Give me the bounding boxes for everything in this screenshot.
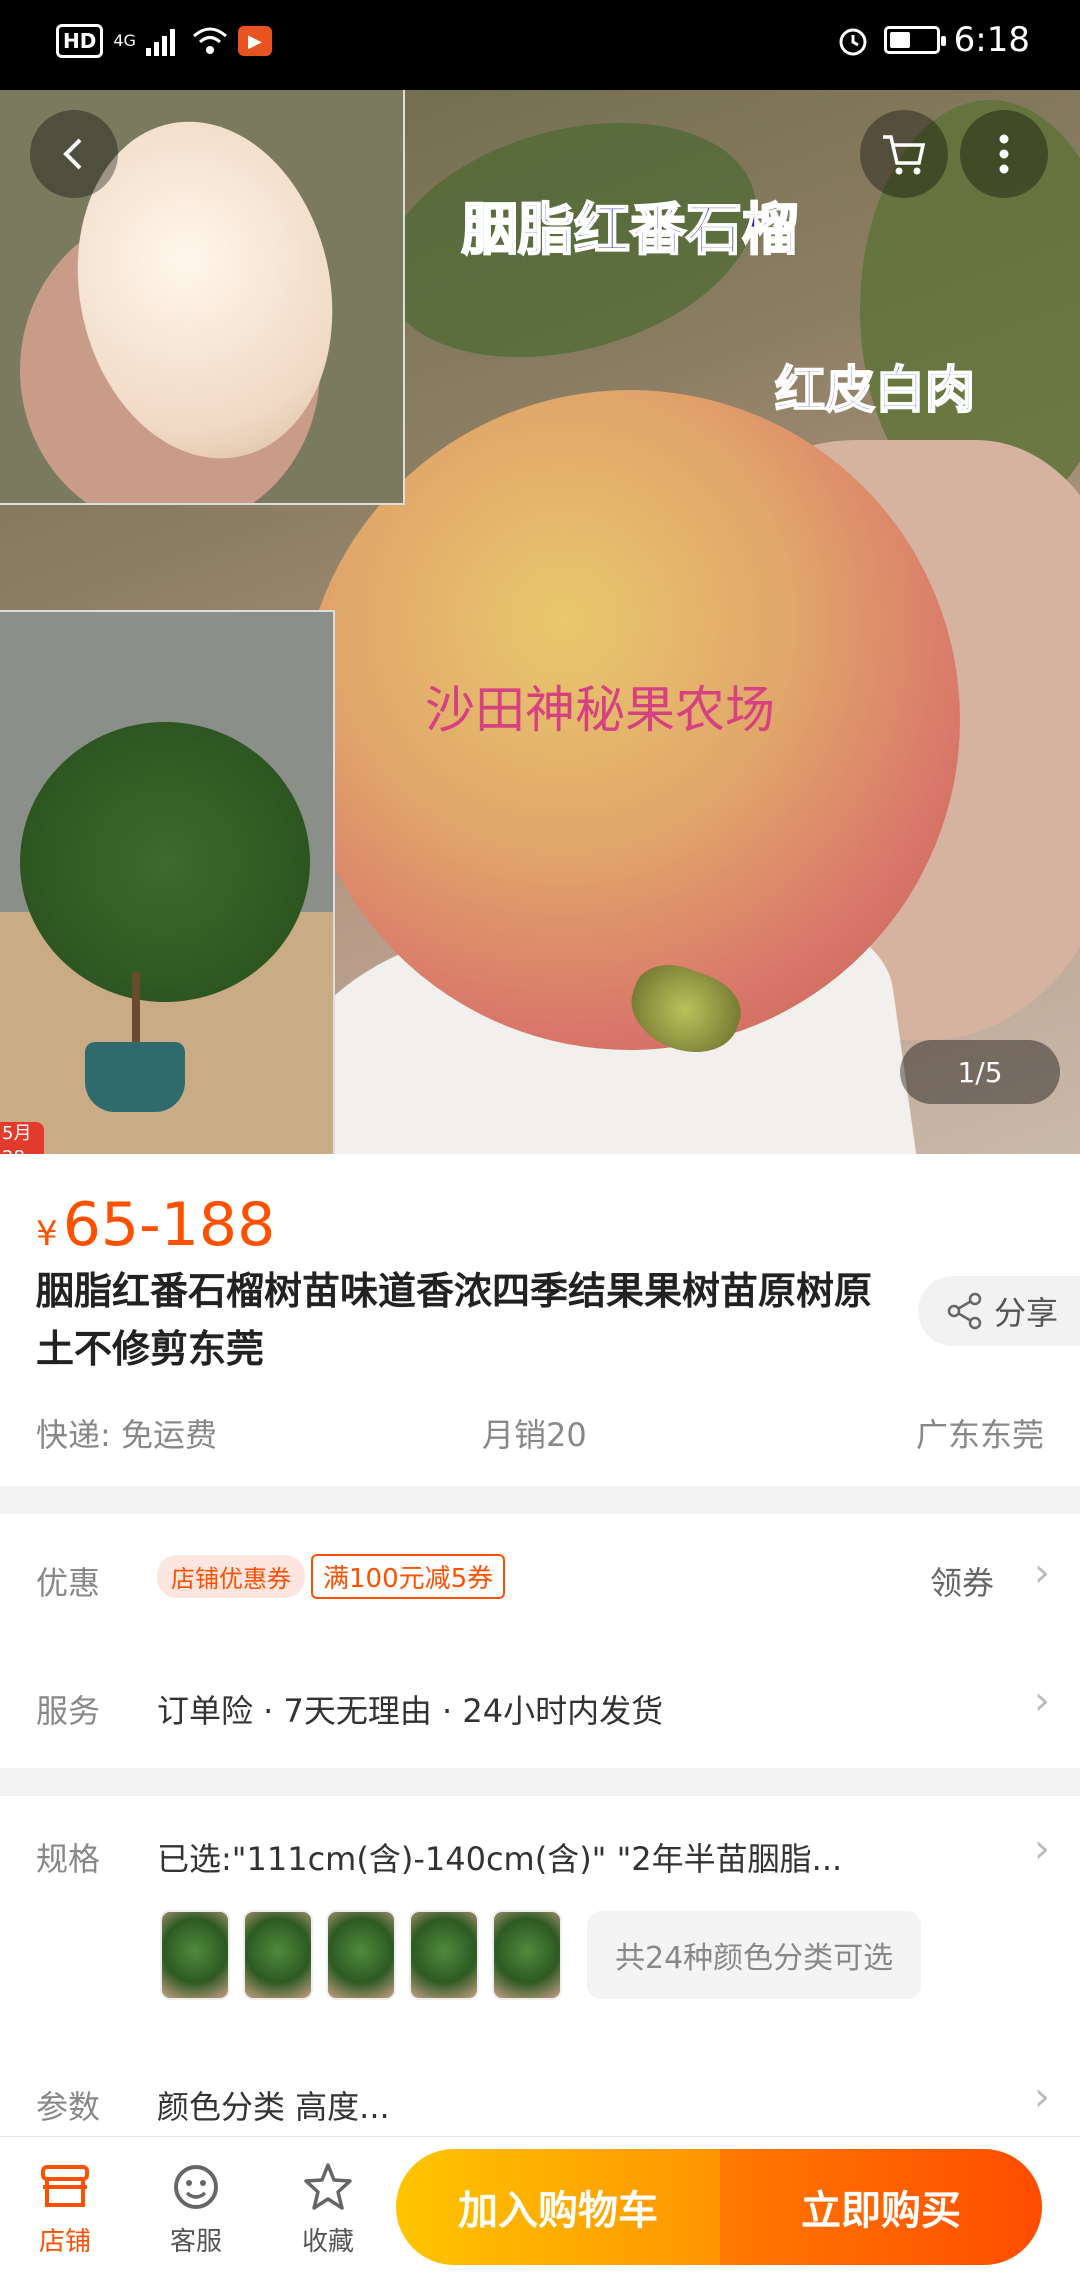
spec-label: 规格: [36, 1840, 101, 1878]
params-row[interactable]: 参数 颜色分类 高度... ›: [0, 2036, 1080, 2136]
star-icon: [304, 2163, 352, 2210]
promo-tags: 店铺优惠券 满100元减5券: [157, 1554, 506, 1599]
variant-thumbnail[interactable]: [243, 1910, 313, 2000]
date-tag: 5月 28: [0, 1122, 44, 1154]
chevron-right-icon: ›: [1034, 1550, 1050, 1596]
ship-from-location: 广东东莞: [915, 1416, 1044, 1454]
back-button[interactable]: [30, 110, 118, 198]
customer-service-label: 客服: [169, 2227, 222, 2257]
shop-icon: [41, 2165, 89, 2207]
battery-icon: [883, 26, 946, 54]
customer-service-button[interactable]: 客服: [146, 2159, 246, 2258]
shop-label: 店铺: [38, 2227, 91, 2257]
variant-thumbnails[interactable]: 共24种颜色分类可选: [160, 1910, 922, 2000]
promo-row[interactable]: 优惠 店铺优惠券 满100元减5券 领券 ›: [0, 1514, 1080, 1642]
more-options-button[interactable]: [960, 110, 1048, 198]
buy-now-button[interactable]: 立即购买: [720, 2149, 1042, 2265]
wifi-icon: [192, 27, 227, 54]
claim-coupon-link[interactable]: 领券: [930, 1558, 994, 1604]
clock: 6:18: [953, 20, 1030, 60]
variant-count-note[interactable]: 共24种颜色分类可选: [587, 1911, 922, 1999]
shop-button[interactable]: 店铺: [15, 2159, 115, 2258]
signal-icon: [145, 29, 175, 56]
customer-service-icon: [174, 2165, 218, 2209]
image-counter: 1/5: [900, 1040, 1060, 1104]
share-button[interactable]: 分享: [918, 1276, 1080, 1346]
shop-coupon-tag: 店铺优惠券: [157, 1555, 305, 1598]
price: ¥ 65-188: [36, 1190, 275, 1260]
inset-tree-photo: 5月 28: [0, 610, 335, 1154]
status-bar: HD 4G ▶ 6:18: [0, 0, 1080, 90]
favorite-button[interactable]: 收藏: [278, 2159, 378, 2258]
cart-icon: [883, 135, 926, 175]
spec-selected: 已选:"111cm(含)-140cm(含)" "2年半苗胭脂...: [157, 1840, 843, 1878]
service-text: 订单险 · 7天无理由 · 24小时内发货: [157, 1692, 664, 1730]
price-range: 65-188: [62, 1190, 276, 1260]
status-left: HD 4G ▶: [56, 24, 272, 58]
image-caption-title: 胭脂红番石榴: [461, 197, 799, 264]
service-row[interactable]: 服务 订单险 · 7天无理由 · 24小时内发货 ›: [0, 1642, 1080, 1768]
video-app-icon: ▶: [237, 26, 272, 56]
monthly-sales: 月销20: [482, 1416, 587, 1454]
service-label: 服务: [36, 1692, 101, 1730]
add-to-cart-button[interactable]: 加入购物车: [396, 2149, 720, 2265]
status-right: 6:18: [836, 20, 1030, 60]
variant-thumbnail[interactable]: [409, 1910, 479, 2000]
section-divider: [0, 1486, 1080, 1514]
variant-thumbnail[interactable]: [160, 1910, 230, 2000]
currency-symbol: ¥: [36, 1214, 58, 1254]
coupon-tag: 满100元减5券: [311, 1554, 506, 1599]
section-divider: [0, 1768, 1080, 1796]
params-text: 颜色分类 高度...: [157, 2088, 390, 2126]
network-type: 4G: [113, 31, 136, 50]
variant-thumbnail[interactable]: [492, 1910, 562, 2000]
chevron-right-icon: ›: [1034, 1678, 1050, 1724]
back-icon: [63, 138, 82, 170]
chevron-right-icon: ›: [1034, 1826, 1050, 1872]
shipping-info: 快递: 免运费: [36, 1416, 217, 1454]
hd-badge: HD: [56, 24, 104, 58]
image-caption-farm: 沙田神秘果农场: [425, 681, 775, 739]
params-label: 参数: [36, 2088, 101, 2126]
inset-tree: [20, 722, 310, 1002]
cart-button[interactable]: [860, 110, 948, 198]
product-title: 胭脂红番石榴树苗味道香浓四季结果果树苗原树原土不修剪东莞: [36, 1269, 873, 1371]
share-label: 分享: [994, 1294, 1059, 1332]
share-icon: [947, 1292, 982, 1330]
more-icon: [999, 134, 1009, 174]
variant-thumbnail[interactable]: [326, 1910, 396, 2000]
favorite-label: 收藏: [301, 2227, 354, 2257]
promo-label: 优惠: [36, 1564, 101, 1602]
inset-pot: [85, 1042, 185, 1112]
bottom-action-bar: 店铺 客服 收藏 加入购物车 立即购买: [0, 2136, 1080, 2280]
product-image-carousel[interactable]: 5月 28 胭脂红番石榴 红皮白肉 沙田神秘果农场 1/5: [0, 90, 1080, 1154]
alarm-icon: [839, 28, 867, 56]
image-caption-subtitle: 红皮白肉: [774, 360, 976, 420]
chevron-right-icon: ›: [1034, 2074, 1050, 2120]
inset-trunk: [132, 972, 140, 1052]
